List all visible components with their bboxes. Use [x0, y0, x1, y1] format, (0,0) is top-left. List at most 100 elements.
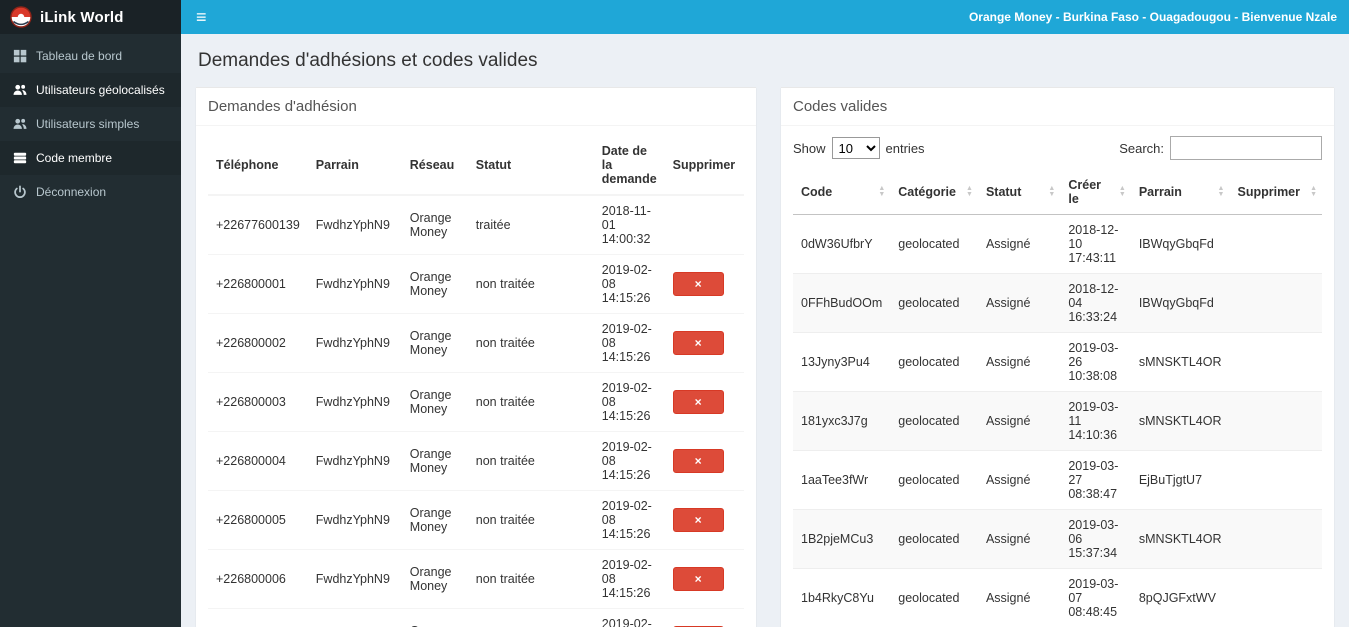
cell-parrain: sMNSKTL4OR: [1130, 391, 1230, 451]
cell-parrain: FwdhzYphN9: [307, 431, 402, 491]
cell-parrain: FwdhzYphN9: [307, 608, 402, 627]
cell-parrain: FwdhzYphN9: [307, 254, 402, 314]
show-label: Show: [793, 140, 826, 156]
close-icon: ×: [694, 454, 702, 468]
delete-button[interactable]: ×: [672, 567, 724, 591]
header-user-info: Orange Money - Burkina Faso - Ouagadougo…: [968, 10, 1337, 24]
sidebar-item[interactable]: Utilisateurs simples: [0, 107, 181, 141]
cell-statut: non traitée: [467, 372, 594, 432]
cell-supprimer: ×: [664, 490, 744, 550]
adhesions-table: Téléphone Parrain Réseau Statut Date de …: [208, 136, 744, 627]
brand-logo[interactable]: iLink World: [0, 0, 181, 34]
sidebar-item-label: Tableau de bord: [36, 49, 123, 63]
cell-reseau: Orange Money: [401, 194, 468, 255]
sort-icon: ▲ ▼: [1048, 185, 1056, 198]
top-bar: iLink World ≡ Orange Money - Burkina Fas…: [0, 0, 1349, 34]
codes-panel: Codes valides Show 10 entries Search: Co…: [781, 87, 1334, 627]
cell-creer-le: 2018-12-10 17:43:11: [1060, 214, 1131, 274]
table-row: +226800007 FwdhzYphN9 Orange Money non t…: [208, 608, 744, 627]
page-length-select[interactable]: 10: [831, 137, 880, 159]
cell-date: 2019-02-08 14:15:26: [593, 372, 665, 432]
cell-parrain: FwdhzYphN9: [307, 490, 402, 550]
table-row: 181yxc3J7g geolocated Assigné 2019-03-11…: [793, 391, 1322, 451]
cell-parrain: 8pQJGFxtWV: [1130, 568, 1230, 627]
column-header-sortable[interactable]: Supprimer ▲ ▼: [1229, 170, 1322, 215]
cell-statut: Assigné: [977, 391, 1061, 451]
cell-categorie: geolocated: [890, 391, 978, 451]
cell-creer-le: 2018-12-04 16:33:24: [1060, 273, 1131, 333]
cell-parrain: EjBuTjgtU7: [1130, 450, 1230, 510]
cell-parrain: sMNSKTL4OR: [1130, 332, 1230, 392]
sort-icon: ▲ ▼: [1118, 185, 1126, 198]
cell-statut: non traitée: [467, 313, 594, 373]
cell-categorie: geolocated: [890, 450, 978, 510]
cell-categorie: geolocated: [890, 214, 978, 274]
cell-date: 2018-11-01 14:00:32: [593, 194, 665, 255]
cell-statut: Assigné: [977, 450, 1061, 510]
close-icon: ×: [694, 572, 702, 586]
column-header-sortable[interactable]: Code ▲ ▼: [793, 170, 891, 215]
cell-telephone: +226800007: [208, 608, 308, 627]
cell-reseau: Orange Money: [401, 313, 468, 373]
cell-statut: non traitée: [467, 490, 594, 550]
table-row: 1b4RkyC8Yu geolocated Assigné 2019-03-07…: [793, 568, 1322, 627]
sidebar-item-label: Utilisateurs simples: [36, 117, 140, 131]
main-content: Demandes d'adhésions et codes valides De…: [181, 34, 1349, 627]
sidebar-item-label: Code membre: [36, 151, 113, 165]
cell-creer-le: 2019-03-27 08:38:47: [1060, 450, 1131, 510]
sidebar-item[interactable]: Déconnexion: [0, 175, 181, 209]
cell-supprimer: ×: [664, 372, 744, 432]
cell-creer-le: 2019-03-11 14:10:36: [1060, 391, 1131, 451]
sort-icon: ▲ ▼: [966, 185, 973, 198]
column-header-sortable[interactable]: Parrain ▲ ▼: [1130, 170, 1230, 215]
table-row: +226800005 FwdhzYphN9 Orange Money non t…: [208, 490, 744, 550]
cell-statut: non traitée: [467, 431, 594, 491]
column-header-sortable[interactable]: Créer le ▲ ▼: [1060, 170, 1131, 215]
cell-supprimer: [1229, 214, 1322, 274]
sidebar-item[interactable]: Code membre: [0, 141, 181, 175]
power-icon: [13, 185, 27, 199]
search-label: Search:: [1119, 140, 1164, 156]
cell-statut: Assigné: [977, 509, 1061, 569]
table-row: 13Jyny3Pu4 geolocated Assigné 2019-03-26…: [793, 332, 1322, 392]
cell-categorie: geolocated: [890, 273, 978, 333]
sidebar-item[interactable]: Tableau de bord: [0, 39, 181, 73]
members-icon: [13, 151, 27, 165]
column-header: Réseau: [401, 136, 468, 196]
cell-supprimer: ×: [664, 608, 744, 627]
adhesions-panel-title: Demandes d'adhésion: [196, 88, 756, 126]
sort-icon: ▲ ▼: [1310, 185, 1317, 198]
cell-statut: Assigné: [977, 568, 1061, 627]
table-row: +226800004 FwdhzYphN9 Orange Money non t…: [208, 431, 744, 491]
cell-supprimer: ×: [664, 254, 744, 314]
table-row: +22677600139 FwdhzYphN9 Orange Money tra…: [208, 194, 744, 255]
cell-statut: traitée: [467, 194, 594, 255]
cell-parrain: IBWqyGbqFd: [1130, 214, 1230, 274]
delete-button[interactable]: ×: [672, 331, 724, 355]
column-header-sortable[interactable]: Catégorie ▲ ▼: [890, 170, 978, 215]
cell-telephone: +226800002: [208, 313, 308, 373]
delete-button[interactable]: ×: [672, 390, 724, 414]
codes-panel-title: Codes valides: [781, 88, 1334, 126]
navbar: ≡ Orange Money - Burkina Faso - Ouagadou…: [181, 0, 1349, 34]
cell-reseau: Orange Money: [401, 608, 468, 627]
adhesions-panel: Demandes d'adhésion Téléphone Parrain Ré…: [196, 87, 756, 627]
cell-parrain: IBWqyGbqFd: [1130, 273, 1230, 333]
table-row: 1B2pjeMCu3 geolocated Assigné 2019-03-06…: [793, 509, 1322, 569]
users-icon: [13, 83, 27, 97]
sidebar-item[interactable]: Utilisateurs géolocalisés: [0, 73, 181, 107]
cell-reseau: Orange Money: [401, 549, 468, 609]
cell-statut: Assigné: [977, 332, 1061, 392]
cell-supprimer: ×: [664, 549, 744, 609]
cell-supprimer: [1229, 509, 1322, 569]
delete-button[interactable]: ×: [672, 449, 724, 473]
cell-date: 2019-02-08 14:15:26: [593, 549, 665, 609]
cell-code: 0FFhBudOOm: [793, 273, 891, 333]
cell-supprimer: [1229, 568, 1322, 627]
cell-date: 2019-02-08 14:15:26: [593, 313, 665, 373]
delete-button[interactable]: ×: [672, 272, 724, 296]
column-header-sortable[interactable]: Statut ▲ ▼: [977, 170, 1061, 215]
search-input[interactable]: [1170, 136, 1322, 160]
hamburger-icon[interactable]: ≡: [181, 0, 222, 34]
delete-button[interactable]: ×: [672, 508, 724, 532]
